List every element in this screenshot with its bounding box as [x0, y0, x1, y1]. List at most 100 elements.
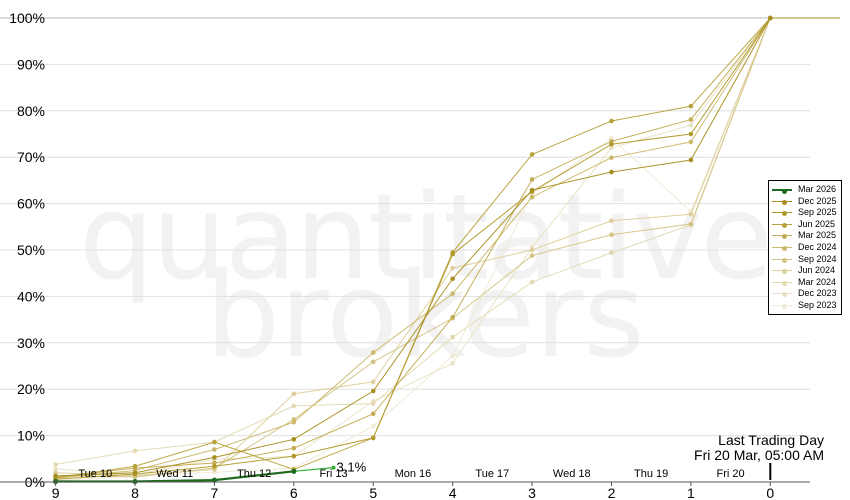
legend-swatch	[772, 292, 792, 298]
series-point	[609, 250, 614, 256]
x-tick-label: 5	[369, 485, 377, 500]
series-point	[212, 463, 217, 469]
y-tick-label: 20%	[17, 381, 45, 397]
x-tick-label: 3	[528, 485, 536, 500]
legend-marker	[782, 269, 787, 275]
legend-item: Mar 2025	[769, 230, 841, 242]
x-tick-label: 1	[687, 485, 695, 500]
series-point	[609, 169, 614, 175]
series-line	[55, 17, 771, 478]
legend-marker	[782, 257, 787, 263]
series-point	[609, 155, 614, 160]
series-point	[767, 15, 773, 21]
series-point	[370, 435, 376, 441]
series-point	[529, 253, 535, 258]
legend-item: Mar 2026	[769, 184, 841, 196]
last-trading-day-datetime: Fri 20 Mar, 05:00 AM	[694, 447, 824, 463]
series-line	[55, 17, 771, 465]
series-point	[291, 437, 297, 442]
legend-item: Jun 2025	[769, 219, 841, 231]
y-tick-label: 40%	[17, 288, 45, 304]
x-tick-label: 6	[290, 485, 298, 500]
legend-marker	[782, 211, 787, 217]
y-tick-label: 30%	[17, 335, 45, 351]
x-tick-label: 0	[766, 485, 774, 500]
current-value-label: 3.1%	[337, 460, 367, 475]
series-point	[450, 360, 455, 366]
series-point	[529, 247, 535, 253]
series-point	[529, 194, 535, 200]
series-point	[370, 411, 376, 417]
legend-item: Dec 2023	[769, 288, 841, 300]
legend-swatch	[772, 257, 792, 263]
chart-legend: Mar 2026 Dec 2025 Sep 2025 Jun 2025 Mar 2025…	[768, 180, 842, 315]
series-group	[53, 15, 840, 480]
series-point	[688, 117, 694, 122]
legend-label: Mar 2024	[798, 276, 837, 287]
y-tick-label: 80%	[17, 103, 45, 119]
x-tick-label: 4	[449, 485, 457, 500]
series-point	[370, 401, 376, 406]
legend-item: Dec 2025	[769, 196, 841, 208]
x-day-label: Thu 19	[634, 468, 668, 480]
legend-label: Mar 2026	[798, 184, 837, 194]
series-point	[529, 177, 535, 182]
x-day-label: Thu 12	[237, 468, 271, 480]
legend-item: Sep 2023	[769, 300, 841, 312]
x-tick-label: 9	[52, 485, 60, 500]
series-group	[53, 15, 840, 481]
series-point	[291, 468, 297, 474]
series-point	[212, 447, 217, 452]
series-point	[53, 473, 58, 479]
series-line	[55, 17, 771, 479]
legend-marker	[782, 245, 787, 251]
y-tick-label: 70%	[17, 149, 45, 165]
series-point	[132, 470, 138, 476]
series-point	[450, 291, 455, 296]
y-tick-label: 100%	[9, 10, 45, 26]
series-point	[450, 353, 455, 359]
chart-canvas: 0%10%20%30%40%50%60%70%80%90%100%9 8 7 6 5 4 3…	[0, 10, 840, 500]
series-point	[291, 445, 297, 451]
series-point	[291, 453, 297, 459]
series-line	[55, 17, 771, 479]
legend-label: Sep 2023	[798, 299, 837, 310]
x-tick-label: 8	[131, 485, 139, 500]
legend-swatch	[772, 188, 792, 194]
series-point	[609, 118, 614, 124]
series-point	[609, 141, 614, 147]
y-tick-label: 50%	[17, 242, 45, 258]
legend-swatch	[772, 211, 792, 217]
series-point	[529, 152, 535, 157]
series-line	[55, 17, 771, 478]
legend-marker	[782, 292, 787, 298]
series-point	[291, 403, 297, 409]
x-day-label: Tue 17	[475, 468, 509, 480]
series-point	[370, 350, 376, 355]
legend-swatch	[772, 269, 792, 275]
series-point	[291, 419, 297, 425]
series-point	[688, 122, 694, 128]
legend-swatch	[772, 222, 792, 228]
legend-marker	[782, 199, 787, 205]
legend-swatch	[772, 234, 792, 240]
legend-label: Jun 2025	[798, 218, 836, 229]
y-tick-label: 10%	[17, 428, 45, 444]
series-line	[55, 17, 771, 477]
series-point	[450, 276, 455, 282]
legend-item: Jun 2024	[769, 265, 841, 277]
x-tick-label: 2	[608, 485, 616, 500]
legend-marker	[782, 234, 787, 240]
series-group	[53, 15, 840, 479]
series-point	[450, 265, 455, 271]
series-point	[529, 279, 535, 285]
series-point	[132, 463, 138, 469]
legend-marker	[782, 303, 787, 309]
last-trading-day-title: Last Trading Day	[718, 432, 824, 448]
x-day-label: Fri 20	[717, 468, 745, 480]
series-line	[55, 17, 771, 477]
series-point	[370, 388, 376, 394]
series-group	[53, 15, 840, 477]
x-day-label: Tue 10	[78, 468, 112, 480]
legend-swatch	[772, 280, 792, 286]
